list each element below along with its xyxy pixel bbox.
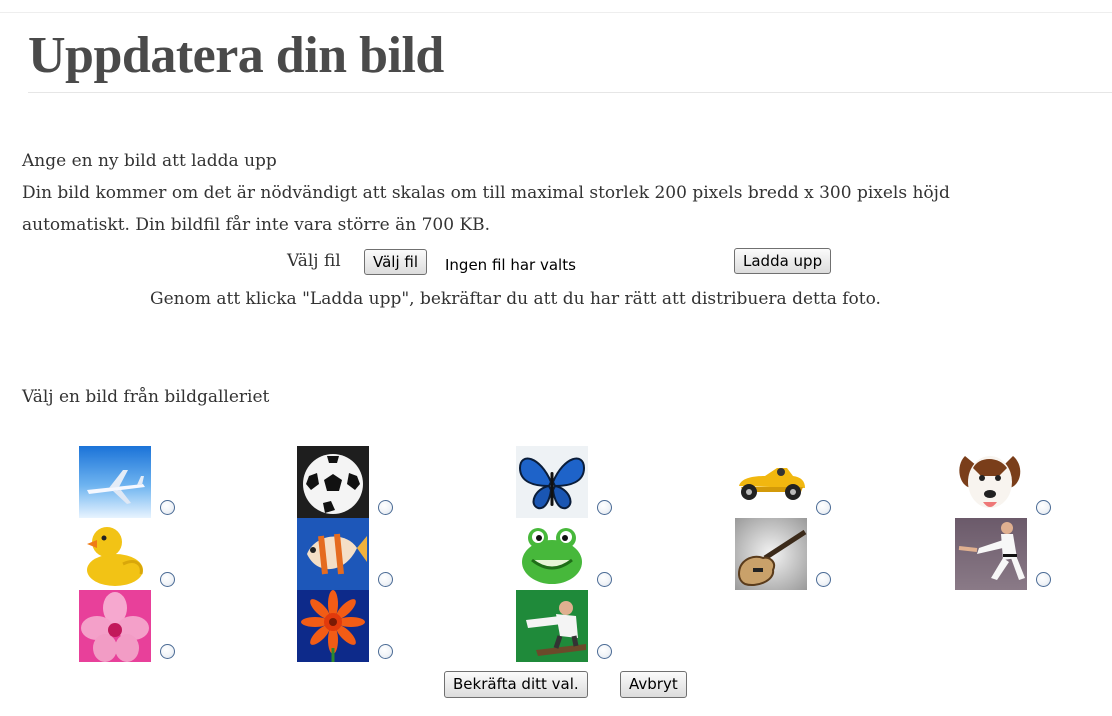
airplane-icon[interactable] (79, 446, 151, 518)
upload-info-line-1: Din bild kommer om det är nödvändigt att… (22, 183, 950, 203)
upload-info-line-2: automatiskt. Din bildfil får inte vara s… (22, 215, 491, 235)
title-divider (28, 92, 1112, 93)
gallery-radio-guitar[interactable] (816, 572, 831, 587)
gallery-radio-flower[interactable] (160, 644, 175, 659)
gallery-radio-dog[interactable] (1036, 500, 1051, 515)
consent-text: Genom att klicka "Ladda upp", bekräftar … (150, 289, 881, 309)
rubber-duck-icon[interactable] (79, 518, 151, 590)
upload-button[interactable]: Ladda upp (734, 248, 832, 274)
gallery-radio-frog[interactable] (597, 572, 612, 587)
gallery-radio-skateboarder[interactable] (597, 644, 612, 659)
frog-icon[interactable] (516, 518, 588, 590)
gallery-radio-fish[interactable] (378, 572, 393, 587)
file-label: Välj fil (287, 251, 341, 271)
confirm-selection-button[interactable]: Bekräfta ditt val. (444, 671, 588, 698)
upload-intro: Ange en ny bild att ladda upp (22, 151, 277, 171)
gallery-radio-karate[interactable] (1036, 572, 1051, 587)
dog-icon[interactable] (955, 446, 1027, 518)
butterfly-icon[interactable] (516, 446, 588, 518)
gallery-radio-rubber-duck[interactable] (160, 572, 175, 587)
gallery-radio-airplane[interactable] (160, 500, 175, 515)
page-title: Uppdatera din bild (28, 27, 444, 84)
skateboarder-icon[interactable] (516, 590, 588, 662)
soccer-ball-icon[interactable] (297, 446, 369, 518)
gallery-radio-soccer-ball[interactable] (378, 500, 393, 515)
gallery-heading: Välj en bild från bildgalleriet (22, 387, 270, 407)
gallery-radio-gerbera[interactable] (378, 644, 393, 659)
toy-car-icon[interactable] (735, 446, 807, 518)
guitar-icon[interactable] (735, 518, 807, 590)
karate-icon[interactable] (955, 518, 1027, 590)
flower-icon[interactable] (79, 590, 151, 662)
file-status: Ingen fil har valts (445, 256, 576, 274)
choose-file-button[interactable]: Välj fil (364, 249, 428, 275)
gallery-radio-butterfly[interactable] (597, 500, 612, 515)
fish-icon[interactable] (297, 518, 369, 590)
gerbera-icon[interactable] (297, 590, 369, 662)
cancel-button[interactable]: Avbryt (620, 671, 687, 698)
top-border (0, 12, 1112, 13)
gallery-radio-toy-car[interactable] (816, 500, 831, 515)
